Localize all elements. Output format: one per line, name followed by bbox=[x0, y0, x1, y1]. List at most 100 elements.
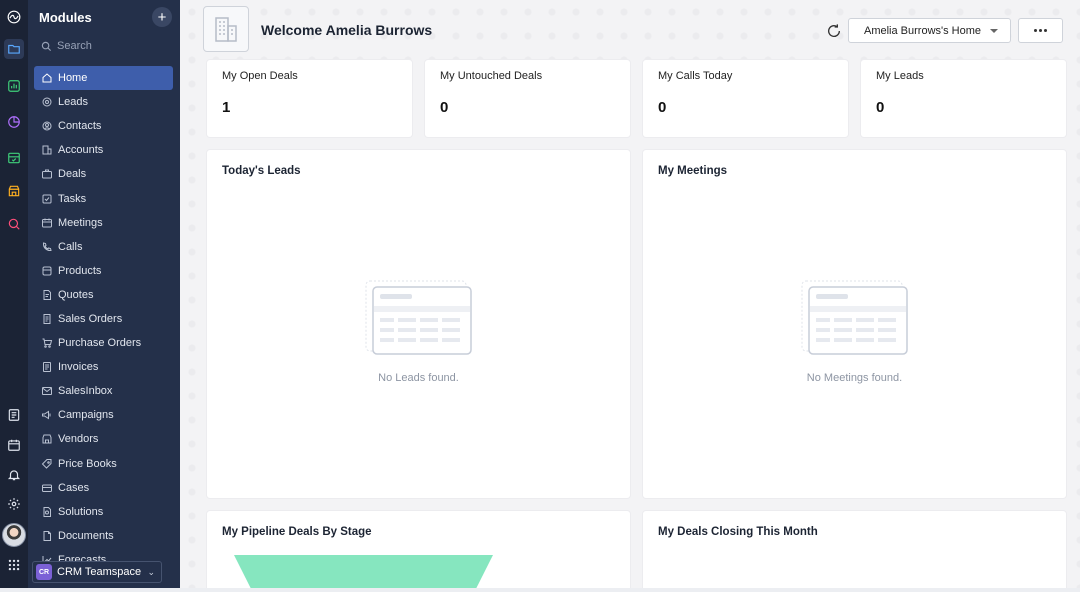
store-icon[interactable] bbox=[4, 181, 24, 201]
page-title: Welcome Amelia Burrows bbox=[261, 22, 433, 38]
sidebar-item-sales-orders[interactable]: Sales Orders bbox=[34, 307, 173, 331]
my-meetings-panel: My Meetings No Meetings found. bbox=[643, 150, 1066, 498]
chevron-down-icon: ⌄ bbox=[147, 566, 155, 577]
analytics-icon[interactable] bbox=[4, 112, 24, 132]
sidebar-item-calls[interactable]: Calls bbox=[34, 235, 173, 259]
purchase-orders-icon bbox=[42, 338, 53, 348]
sidebar-item-meetings[interactable]: Meetings bbox=[34, 211, 173, 235]
calls-icon bbox=[42, 242, 52, 251]
sidebar-item-label: Campaigns bbox=[58, 409, 114, 422]
sidebar-item-label: Cases bbox=[58, 481, 90, 494]
bell-icon[interactable] bbox=[4, 465, 24, 485]
stat-card-untouched-deals[interactable]: My Untouched Deals 0 bbox=[425, 60, 630, 137]
panel-title: My Pipeline Deals By Stage bbox=[222, 526, 372, 538]
sidebar-item-invoices[interactable]: Invoices bbox=[34, 355, 173, 379]
settings-gear-icon[interactable] bbox=[4, 494, 24, 514]
sidebar-item-documents[interactable]: Documents bbox=[34, 524, 173, 548]
sidebar-item-price-books[interactable]: Price Books bbox=[34, 452, 173, 476]
add-module-button[interactable]: + bbox=[152, 7, 172, 27]
pipeline-deals-panel: My Pipeline Deals By Stage bbox=[207, 511, 630, 592]
sidebar-item-purchase-orders[interactable]: Purchase Orders bbox=[34, 331, 173, 355]
refresh-icon[interactable] bbox=[826, 23, 842, 39]
sidebar-item-leads[interactable]: Leads bbox=[34, 90, 173, 114]
sidebar-item-accounts[interactable]: Accounts bbox=[34, 138, 173, 162]
forecasts-icon bbox=[42, 555, 52, 561]
app-rail bbox=[0, 0, 28, 592]
teamspace-switcher[interactable]: CR CRM Teamspace ⌄ bbox=[32, 561, 162, 583]
sidebar-item-products[interactable]: Products bbox=[34, 259, 173, 283]
sidebar-item-label: Invoices bbox=[58, 361, 99, 374]
user-avatar[interactable] bbox=[2, 523, 26, 547]
sidebar-item-deals[interactable]: Deals bbox=[34, 162, 173, 186]
stat-card-calls-today[interactable]: My Calls Today 0 bbox=[643, 60, 848, 137]
stat-value: 0 bbox=[876, 99, 885, 116]
sidebar-item-label: Purchase Orders bbox=[58, 337, 142, 350]
panel-title: My Deals Closing This Month bbox=[658, 526, 818, 538]
sidebar-item-label: Sales Orders bbox=[58, 312, 123, 325]
deals-icon bbox=[42, 169, 52, 179]
deals-closing-panel: My Deals Closing This Month bbox=[643, 511, 1066, 592]
empty-state-text: No Meetings found. bbox=[806, 372, 903, 384]
home-view-label: Amelia Burrows's Home bbox=[864, 24, 982, 37]
sidebar-item-label: Tasks bbox=[58, 192, 87, 205]
stat-card-open-deals[interactable]: My Open Deals 1 bbox=[207, 60, 412, 137]
sidebar-item-salesinbox[interactable]: SalesInbox bbox=[34, 379, 173, 403]
sidebar-item-label: Contacts bbox=[58, 120, 102, 133]
search-insights-icon[interactable] bbox=[4, 214, 24, 234]
modules-title: Modules bbox=[39, 10, 92, 25]
meetings-icon bbox=[42, 218, 52, 228]
modules-folder-icon[interactable] bbox=[4, 39, 24, 59]
vendors-icon bbox=[42, 434, 52, 444]
empty-table-illustration-icon bbox=[365, 280, 472, 355]
module-search-input[interactable]: Search bbox=[41, 40, 92, 52]
sidebar-item-label: Accounts bbox=[58, 144, 104, 157]
app-grid-icon[interactable] bbox=[4, 555, 24, 575]
sidebar-item-label: Documents bbox=[58, 529, 114, 542]
reports-icon[interactable] bbox=[4, 76, 24, 96]
sidebar-item-label: Forecasts bbox=[58, 553, 107, 561]
horizontal-scrollbar[interactable] bbox=[0, 588, 1080, 592]
sidebar-item-contacts[interactable]: Contacts bbox=[34, 114, 173, 138]
stat-label: My Leads bbox=[876, 70, 924, 82]
home-view-select[interactable]: Amelia Burrows's Home bbox=[848, 18, 1011, 43]
tasks-icon bbox=[42, 194, 52, 204]
cases-icon bbox=[42, 484, 52, 492]
sidebar-item-campaigns[interactable]: Campaigns bbox=[34, 403, 173, 427]
funnel-stage-bar[interactable] bbox=[234, 555, 493, 591]
quotes-icon bbox=[43, 289, 51, 300]
panel-title: My Meetings bbox=[658, 165, 728, 177]
campaigns-icon bbox=[42, 410, 51, 420]
stat-label: My Calls Today bbox=[658, 70, 733, 82]
module-list: Home Leads Contacts Accounts Deals Tasks Meeti… bbox=[34, 66, 173, 561]
stat-label: My Open Deals bbox=[222, 70, 298, 82]
sales-orders-icon bbox=[43, 313, 51, 324]
sidebar-item-solutions[interactable]: Solutions bbox=[34, 500, 173, 524]
stat-card-my-leads[interactable]: My Leads 0 bbox=[861, 60, 1066, 137]
sidebar-item-forecasts[interactable]: Forecasts bbox=[34, 548, 173, 561]
contacts-icon bbox=[42, 121, 52, 131]
more-options-button[interactable] bbox=[1018, 18, 1063, 43]
sidebar-item-label: Home bbox=[58, 72, 88, 85]
campaign-icon[interactable] bbox=[4, 148, 24, 168]
sidebar-item-label: Leads bbox=[58, 96, 88, 109]
caret-down-icon bbox=[990, 29, 998, 33]
empty-table-illustration-icon bbox=[801, 280, 908, 355]
notes-icon[interactable] bbox=[4, 405, 24, 425]
teamspace-label: CRM Teamspace bbox=[57, 566, 142, 578]
empty-state-text: No Leads found. bbox=[378, 372, 459, 384]
documents-icon bbox=[43, 530, 51, 541]
sidebar-item-home[interactable]: Home bbox=[34, 66, 173, 91]
sidebar-item-quotes[interactable]: Quotes bbox=[34, 283, 173, 307]
sidebar-item-tasks[interactable]: Tasks bbox=[34, 186, 173, 210]
calendar-icon[interactable] bbox=[4, 435, 24, 455]
stat-value: 0 bbox=[440, 99, 449, 116]
crm-logo-icon[interactable] bbox=[4, 7, 24, 27]
solutions-icon bbox=[43, 506, 51, 517]
sidebar-item-vendors[interactable]: Vendors bbox=[34, 427, 173, 451]
sidebar-item-cases[interactable]: Cases bbox=[34, 476, 173, 500]
search-placeholder: Search bbox=[57, 40, 92, 52]
stat-value: 1 bbox=[222, 99, 231, 116]
sidebar-item-label: SalesInbox bbox=[58, 385, 113, 398]
search-icon bbox=[41, 41, 52, 51]
sidebar-item-label: Quotes bbox=[58, 288, 94, 301]
